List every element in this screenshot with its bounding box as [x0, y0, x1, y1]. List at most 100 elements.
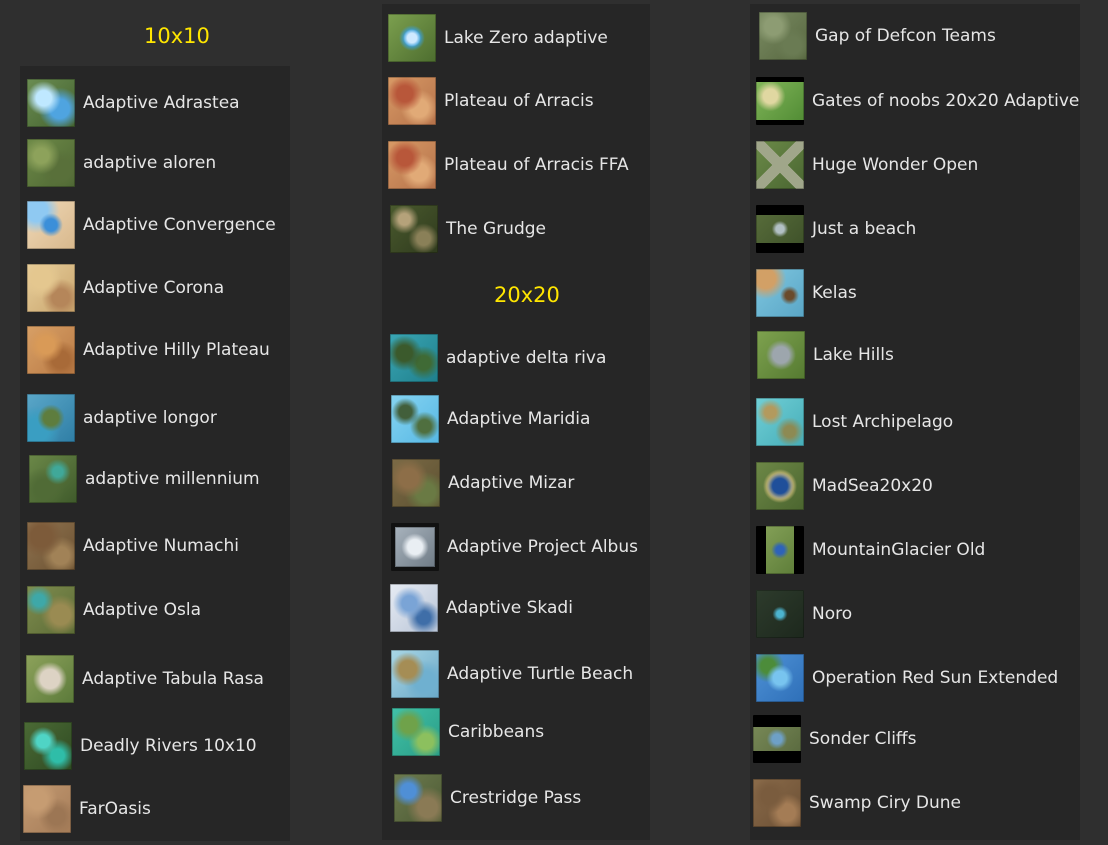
map-label: adaptive delta riva [446, 348, 607, 368]
map-label: Lake Hills [813, 345, 894, 365]
map-item-convergence[interactable]: Adaptive Convergence [27, 200, 276, 250]
map-item-skadi[interactable]: Adaptive Skadi [390, 583, 573, 633]
map-item-mizar[interactable]: Adaptive Mizar [392, 458, 574, 508]
delta-riva-map-icon [390, 334, 438, 382]
map-label: Kelas [812, 283, 857, 303]
map-item-mountain-glacier[interactable]: MountainGlacier Old [756, 525, 985, 575]
map-item-gates-noobs[interactable]: Gates of noobs 20x20 Adaptive [756, 76, 1079, 126]
map-item-aloren[interactable]: adaptive aloren [27, 138, 216, 188]
map-label: Adaptive Mizar [448, 473, 575, 493]
map-item-kelas[interactable]: Kelas [756, 268, 857, 318]
map-item-tabula-rasa[interactable]: Adaptive Tabula Rasa [26, 654, 264, 704]
map-item-lake-zero[interactable]: Lake Zero adaptive [388, 13, 608, 63]
lake-zero-map-icon [388, 14, 436, 62]
map-label: Adaptive Project Albus [447, 537, 638, 557]
map-item-noro[interactable]: Noro [756, 589, 852, 639]
map-item-hilly-plateau[interactable]: Adaptive Hilly Plateau [27, 325, 270, 375]
map-item-just-a-beach[interactable]: Just a beach [756, 204, 916, 254]
map-item-deadly-rivers[interactable]: Deadly Rivers 10x10 [24, 721, 257, 771]
arracis-map-icon [388, 77, 436, 125]
map-item-lake-hills[interactable]: Lake Hills [757, 330, 894, 380]
map-label: MountainGlacier Old [812, 540, 986, 560]
map-label: Adaptive Osla [83, 600, 202, 620]
map-item-maridia[interactable]: Adaptive Maridia [391, 394, 590, 444]
corona-map-icon [27, 264, 75, 312]
map-label: The Grudge [446, 219, 546, 239]
tabula-rasa-map-icon [26, 655, 74, 703]
longor-map-icon [27, 394, 75, 442]
gates-noobs-map-icon [756, 77, 804, 125]
map-item-adrastea[interactable]: Adaptive Adrastea [27, 78, 240, 128]
map-item-millennium[interactable]: adaptive millennium [29, 454, 260, 504]
map-label: Adaptive Maridia [447, 409, 591, 429]
aloren-map-icon [27, 139, 75, 187]
map-label: Adaptive Corona [83, 278, 225, 298]
map-item-red-sun[interactable]: Operation Red Sun Extended [756, 653, 1058, 703]
grudge-map-icon [390, 205, 438, 253]
map-label: Adaptive Adrastea [83, 93, 240, 113]
map-label: Plateau of Arracis FFA [444, 155, 629, 175]
map-item-longor[interactable]: adaptive longor [27, 393, 217, 443]
map-item-grudge[interactable]: The Grudge [390, 204, 546, 254]
map-label: Lost Archipelago [812, 412, 954, 432]
map-label: Plateau of Arracis [444, 91, 594, 111]
map-item-sonder-cliffs[interactable]: Sonder Cliffs [753, 714, 917, 764]
map-item-madsea[interactable]: MadSea20x20 [756, 461, 933, 511]
map-label: Adaptive Numachi [83, 536, 239, 556]
map-item-lost-archipelago[interactable]: Lost Archipelago [756, 397, 953, 447]
hilly-plateau-map-icon [27, 326, 75, 374]
map-label: adaptive millennium [85, 469, 260, 489]
swamp-dune-map-icon [753, 779, 801, 827]
millennium-map-icon [29, 455, 77, 503]
heading-20x20: 20x20 [494, 283, 560, 307]
map-label: Swamp Ciry Dune [809, 793, 962, 813]
map-item-arracis-ffa[interactable]: Plateau of Arracis FFA [388, 140, 629, 190]
map-label: Just a beach [812, 219, 917, 239]
map-item-crestridge[interactable]: Crestridge Pass [394, 773, 581, 823]
map-item-project-albus[interactable]: Adaptive Project Albus [391, 522, 638, 572]
map-item-turtle-beach[interactable]: Adaptive Turtle Beach [391, 649, 633, 699]
map-label: adaptive aloren [83, 153, 217, 173]
map-item-huge-wonder[interactable]: Huge Wonder Open [756, 140, 978, 190]
map-item-osla[interactable]: Adaptive Osla [27, 585, 201, 635]
crestridge-map-icon [394, 774, 442, 822]
lake-hills-map-icon [757, 331, 805, 379]
map-label: Crestridge Pass [450, 788, 582, 808]
map-label: Caribbeans [448, 722, 545, 742]
kelas-map-icon [756, 269, 804, 317]
map-label: Operation Red Sun Extended [812, 668, 1059, 688]
convergence-map-icon [27, 201, 75, 249]
sonder-cliffs-map-icon [753, 715, 801, 763]
map-label: Gates of noobs 20x20 Adaptive [812, 91, 1080, 111]
map-label: Adaptive Convergence [83, 215, 276, 235]
gap-defcon-map-icon [759, 12, 807, 60]
map-label: Noro [812, 604, 853, 624]
map-label: Sonder Cliffs [809, 729, 917, 749]
map-item-numachi[interactable]: Adaptive Numachi [27, 521, 239, 571]
osla-map-icon [27, 586, 75, 634]
map-label: Deadly Rivers 10x10 [80, 736, 257, 756]
map-label: FarOasis [79, 799, 151, 819]
map-label: adaptive longor [83, 408, 217, 428]
map-item-delta-riva[interactable]: adaptive delta riva [390, 333, 606, 383]
map-item-arracis[interactable]: Plateau of Arracis [388, 76, 594, 126]
mizar-map-icon [392, 459, 440, 507]
map-label: MadSea20x20 [812, 476, 933, 496]
map-item-caribbeans[interactable]: Caribbeans [392, 707, 544, 757]
deadly-rivers-map-icon [24, 722, 72, 770]
mountain-glacier-map-icon [756, 526, 804, 574]
lost-archipelago-map-icon [756, 398, 804, 446]
madsea-map-icon [756, 462, 804, 510]
just-a-beach-map-icon [756, 205, 804, 253]
map-label: Adaptive Tabula Rasa [82, 669, 264, 689]
map-label: Adaptive Skadi [446, 598, 573, 618]
map-item-faroasis[interactable]: FarOasis [23, 784, 151, 834]
map-item-swamp-dune[interactable]: Swamp Ciry Dune [753, 778, 961, 828]
huge-wonder-map-icon [756, 141, 804, 189]
map-item-corona[interactable]: Adaptive Corona [27, 263, 224, 313]
map-item-gap-defcon[interactable]: Gap of Defcon Teams [759, 11, 996, 61]
heading-10x10: 10x10 [144, 24, 210, 48]
project-albus-map-icon [391, 523, 439, 571]
arracis-ffa-map-icon [388, 141, 436, 189]
map-label: Adaptive Hilly Plateau [83, 340, 270, 360]
